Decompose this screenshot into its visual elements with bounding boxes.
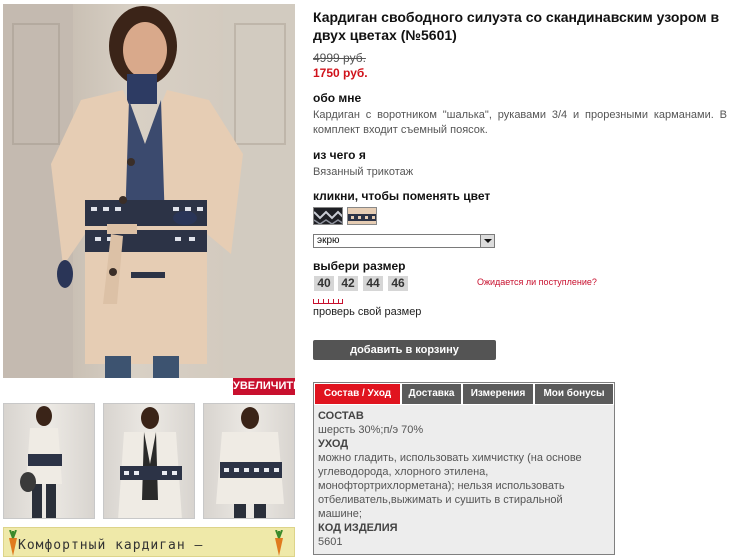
code-value: 5601	[318, 536, 343, 548]
color-heading: кликни, чтобы поменять цвет	[313, 189, 491, 203]
tab-bar: Состав / Уход Доставка Измерения Мои бон…	[314, 383, 614, 405]
size-option-46[interactable]: 46	[388, 276, 408, 291]
size-option-40[interactable]: 40	[314, 276, 334, 291]
zoom-button[interactable]: УВЕЛИЧИТЬ	[233, 378, 301, 395]
old-price: 4999 руб.	[313, 51, 366, 65]
ruler-icon	[313, 298, 343, 304]
thumbnail-3[interactable]	[203, 403, 295, 519]
color-swatch-ecru[interactable]	[347, 207, 377, 225]
product-title: Кардиган свободного силуэта со скандинав…	[313, 9, 720, 43]
about-text: Кардиган с воротником "шалька", рукавами…	[313, 109, 727, 136]
composition-heading: СОСТАВ	[318, 410, 364, 422]
thumbnail-2[interactable]	[103, 403, 195, 519]
stock-notify-link[interactable]: Ожидается ли поступление?	[477, 277, 597, 287]
add-to-cart-button[interactable]: добавить в корзину	[313, 340, 496, 360]
color-select[interactable]: экрю	[313, 234, 495, 248]
tab-content: СОСТАВ шерсть 30%;п/э 70% УХОД можно гла…	[314, 405, 614, 554]
code-heading: КОД ИЗДЕЛИЯ	[318, 522, 398, 534]
composition-text: шерсть 30%;п/э 70%	[318, 424, 424, 436]
size-check-link[interactable]: проверь свой размер	[313, 306, 421, 318]
size-heading: выбери размер	[313, 259, 406, 273]
care-text: можно гладить, использовать химчистку (н…	[318, 452, 582, 520]
about-heading: обо мне	[313, 91, 362, 105]
tab-measurements[interactable]: Измерения	[463, 384, 533, 404]
promo-text: Комфортный кардиган –	[18, 538, 204, 553]
tab-delivery[interactable]: Доставка	[402, 384, 461, 404]
material-heading: из чего я	[313, 148, 366, 162]
main-product-photo[interactable]	[3, 4, 295, 378]
color-swatch-black[interactable]	[313, 207, 343, 225]
material-text: Вязанный трикотаж	[313, 166, 414, 178]
carrot-icon	[272, 529, 286, 556]
product-details-tabs: Состав / Уход Доставка Измерения Мои бон…	[313, 382, 615, 555]
thumbnail-1[interactable]	[3, 403, 95, 519]
sale-price: 1750 руб.	[313, 66, 368, 80]
size-option-42[interactable]: 42	[338, 276, 358, 291]
care-heading: УХОД	[318, 438, 349, 450]
tab-bonuses[interactable]: Мои бонусы	[535, 384, 613, 404]
tab-composition-care[interactable]: Состав / Уход	[315, 384, 400, 404]
chevron-down-icon[interactable]	[480, 235, 494, 247]
color-select-value: экрю	[317, 235, 340, 246]
size-option-44[interactable]: 44	[363, 276, 383, 291]
promo-banner[interactable]: Комфортный кардиган –	[3, 527, 295, 557]
